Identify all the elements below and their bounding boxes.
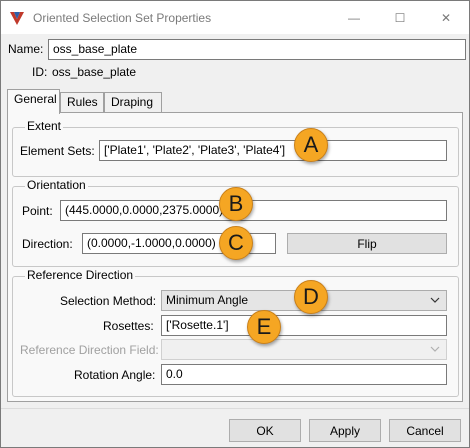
flip-button[interactable]: Flip (287, 233, 447, 254)
close-icon[interactable]: ✕ (423, 1, 469, 34)
element-sets-label: Element Sets: (20, 144, 95, 158)
chevron-down-icon (430, 294, 440, 308)
name-field[interactable]: oss_base_plate (48, 39, 466, 60)
rotation-angle-field[interactable]: 0.0 (161, 364, 447, 385)
rosettes-label: Rosettes: (103, 319, 154, 333)
orientation-group-title: Orientation (25, 178, 88, 192)
point-label: Point: (22, 204, 53, 218)
cancel-button[interactable]: Cancel (389, 419, 461, 442)
point-field[interactable]: (445.0000,0.0000,2375.0000) (60, 200, 447, 221)
callout-a: A (294, 128, 328, 162)
id-value: oss_base_plate (52, 65, 137, 79)
callout-b: B (219, 187, 253, 221)
apply-button[interactable]: Apply (309, 419, 381, 442)
callout-c: C (219, 226, 253, 260)
window-title: Oriented Selection Set Properties (33, 11, 212, 25)
reference-direction-field-dropdown[interactable] (161, 339, 447, 360)
name-label: Name: (8, 42, 44, 56)
ok-button[interactable]: OK (229, 419, 301, 442)
title-bar: Oriented Selection Set Properties — ☐ ✕ (1, 1, 469, 34)
tab-draping[interactable]: Draping (104, 92, 162, 113)
rotation-angle-label: Rotation Angle: (74, 368, 156, 382)
maximize-icon[interactable]: ☐ (377, 1, 423, 34)
app-logo-icon (9, 10, 25, 26)
element-sets-field[interactable]: ['Plate1', 'Plate2', 'Plate3', 'Plate4'] (99, 140, 447, 161)
selection-method-label: Selection Method: (60, 294, 157, 308)
minimize-icon[interactable]: — (331, 1, 377, 34)
callout-e: E (247, 310, 281, 344)
rosettes-field[interactable]: ['Rosette.1'] (161, 315, 447, 336)
reference-direction-field-label: Reference Direction Field: (20, 343, 159, 357)
reference-direction-group-title: Reference Direction (25, 268, 136, 282)
extent-group-title: Extent (25, 119, 64, 133)
dialog-window: Oriented Selection Set Properties — ☐ ✕ … (0, 0, 470, 448)
tab-rules[interactable]: Rules (60, 92, 104, 113)
tab-general[interactable]: General (7, 89, 60, 114)
selection-method-value: Minimum Angle (166, 293, 249, 307)
id-label: ID: (32, 65, 48, 79)
callout-d: D (294, 280, 328, 314)
chevron-down-icon (430, 343, 440, 357)
direction-label: Direction: (22, 237, 73, 251)
